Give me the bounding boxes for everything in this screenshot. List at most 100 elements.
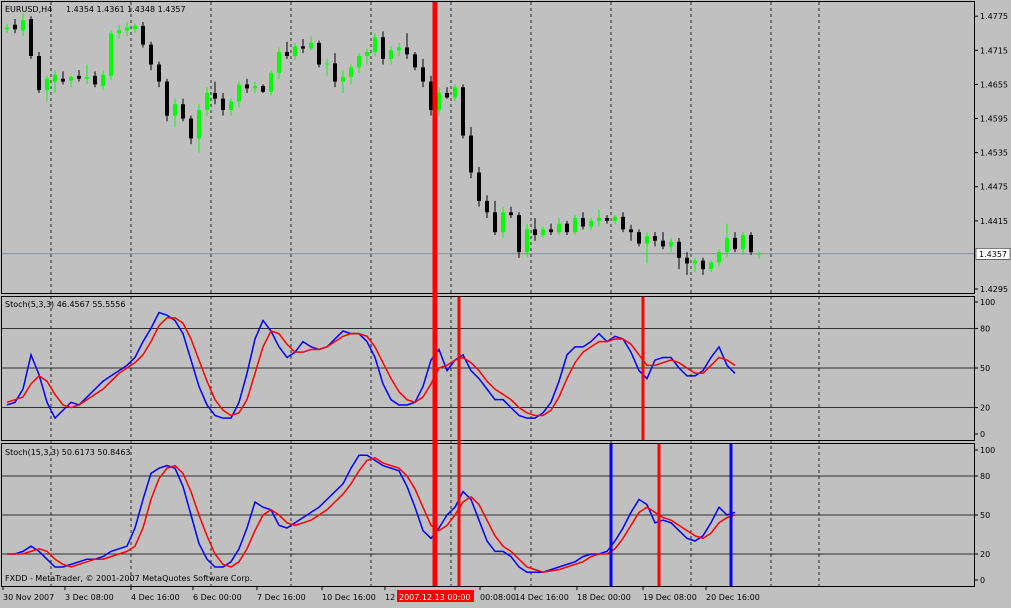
price-tick-label: 1.4535 — [980, 149, 1008, 158]
stoch1-pane[interactable] — [1, 296, 975, 441]
candle-body — [501, 212, 505, 233]
candle-body — [525, 229, 529, 253]
candle-body — [69, 77, 73, 81]
ohlc-label: 1.4354 1.4361 1.4348 1.4357 — [66, 5, 186, 14]
candle-body — [621, 216, 625, 230]
time-tick-label: 18 Dec 00:00 — [577, 593, 631, 602]
time-tick-label: 10 Dec 16:00 — [322, 593, 376, 602]
candle-body — [245, 84, 249, 89]
candle-body — [557, 223, 561, 233]
time-tick-label: 3 Dec 08:00 — [65, 593, 114, 602]
candle-body — [749, 235, 753, 253]
main-pane[interactable] — [1, 1, 975, 294]
time-tick-label: 4 Dec 16:00 — [131, 593, 180, 602]
stoch2-scale[interactable]: 100 80 50 20 0 — [974, 446, 995, 585]
candle-body — [141, 25, 145, 45]
candle-body — [205, 92, 209, 110]
candle-body — [757, 253, 761, 255]
candle-body — [5, 27, 9, 30]
price-tick-label: 1.4715 — [980, 46, 1008, 55]
candle-body — [461, 87, 465, 136]
candle-body — [613, 216, 617, 221]
candle-body — [541, 229, 545, 236]
time-tick-label: 20 Dec 16:00 — [706, 593, 760, 602]
candle-body — [349, 67, 353, 78]
candle-body — [517, 215, 521, 253]
candle-body — [701, 260, 705, 270]
candle-body — [317, 42, 321, 65]
time-scale[interactable]: 30 Nov 2007 3 Dec 08:00 4 Dec 16:00 6 Dec 0… — [2, 586, 760, 602]
candle-body — [469, 135, 473, 173]
candle-body — [717, 252, 721, 263]
stoch-tick-label: 100 — [980, 446, 995, 455]
candle-body — [485, 200, 489, 213]
price-tick-label: 1.4415 — [980, 217, 1008, 226]
stoch-tick-label: 0 — [980, 576, 985, 585]
stoch2-label: Stoch(15,3,3) 50.6173 50.8463 — [5, 448, 131, 457]
candle-body — [293, 46, 297, 56]
stoch-tick-label: 50 — [980, 364, 990, 373]
candle-body — [725, 237, 729, 253]
stoch-tick-label: 0 — [980, 430, 985, 439]
candle-body — [365, 52, 369, 56]
candle-body — [253, 86, 257, 89]
candle-body — [397, 47, 401, 51]
stoch1-label: Stoch(5,3,3) 46.4567 55.5556 — [5, 300, 125, 309]
candle-body — [653, 236, 657, 241]
candle-body — [445, 92, 449, 98]
candle-body — [341, 77, 345, 82]
candle-body — [149, 44, 153, 65]
time-tick-label: 19 Dec 08:00 — [643, 593, 697, 602]
candle-body — [333, 63, 337, 82]
candle-body — [29, 19, 33, 56]
stoch-tick-label: 80 — [980, 324, 990, 333]
price-tick-label: 1.4775 — [980, 12, 1008, 21]
current-price-tag: 1.4357 — [975, 248, 1011, 260]
time-tick-label: 00:08:00 — [480, 593, 516, 602]
candle-body — [565, 223, 569, 233]
candle-body — [381, 37, 385, 59]
candle-body — [309, 42, 313, 49]
stoch-tick-label: 20 — [980, 404, 990, 413]
candle-body — [357, 55, 361, 68]
candle-body — [437, 92, 441, 110]
metatrader-chart-window[interactable]: EURUSD,H4 1.4354 1.4361 1.4348 1.4357 St… — [0, 0, 1011, 604]
candle-body — [117, 30, 121, 34]
time-cursor-tag: 2007.12.13 00:00 — [397, 590, 474, 602]
candle-body — [301, 46, 305, 49]
time-cursor-label: 2007.12.13 00:00 — [399, 593, 470, 602]
candle-body — [37, 55, 41, 91]
time-tick-label: 6 Dec 00:00 — [193, 593, 242, 602]
candle-body — [85, 77, 89, 79]
candle-body — [13, 24, 17, 30]
candle-body — [53, 74, 57, 82]
candle-body — [733, 237, 737, 250]
candle-body — [373, 37, 377, 53]
candle-body — [421, 67, 425, 82]
current-price-label: 1.4357 — [979, 250, 1007, 259]
stoch-tick-label: 20 — [980, 550, 990, 559]
candle-body — [109, 33, 113, 76]
price-tick-label: 1.4655 — [980, 80, 1008, 89]
stoch1-scale[interactable]: 100 80 50 20 0 — [974, 298, 995, 439]
time-tick-label: 14 Dec 16:00 — [515, 593, 569, 602]
time-tick-label: 7 Dec 16:00 — [257, 593, 306, 602]
candle-body — [605, 217, 609, 221]
candle-body — [189, 118, 193, 139]
candle-body — [453, 87, 457, 98]
time-tick-label: 30 Nov 2007 — [3, 593, 54, 602]
candle-body — [229, 101, 233, 110]
time-tick-label: 12 — [385, 593, 395, 602]
candle-body — [629, 229, 633, 233]
candle-body — [669, 241, 673, 247]
candle-body — [213, 92, 217, 99]
candle-body — [61, 78, 65, 82]
candle-body — [685, 257, 689, 264]
candle-body — [405, 47, 409, 55]
candle-body — [237, 84, 241, 102]
stoch-tick-label: 50 — [980, 511, 990, 520]
price-tick-label: 1.4295 — [980, 285, 1008, 294]
symbol-label: EURUSD,H4 — [5, 5, 52, 14]
candle-body — [93, 75, 97, 85]
chart-canvas[interactable]: EURUSD,H4 1.4354 1.4361 1.4348 1.4357 St… — [0, 0, 1011, 604]
